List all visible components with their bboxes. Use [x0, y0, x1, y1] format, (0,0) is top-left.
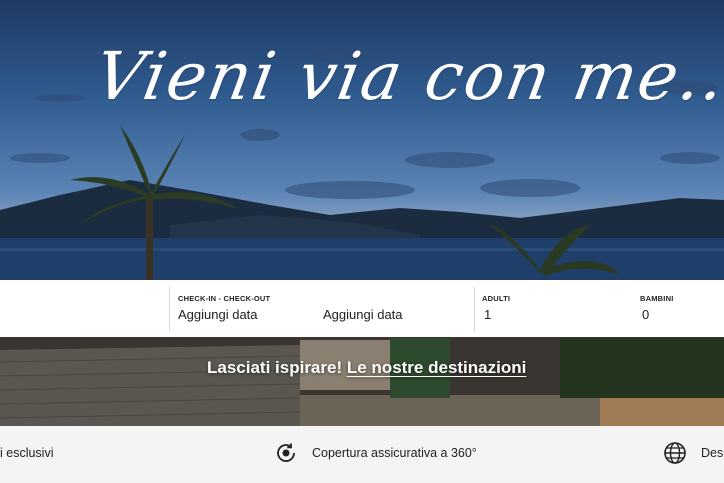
inspire-text: Lasciati ispirare!: [207, 358, 343, 377]
checkin-date-field[interactable]: Aggiungi data: [178, 307, 258, 322]
search-divider: [474, 287, 475, 331]
hero-title: Vieni via con me..: [89, 38, 724, 115]
adults-field[interactable]: 1: [484, 307, 491, 322]
checkin-checkout-label: CHECK-IN - CHECK-OUT: [178, 294, 271, 303]
children-field[interactable]: 0: [642, 307, 649, 322]
feature-exclusive-text: i esclusivi: [0, 446, 54, 460]
search-divider: [169, 287, 170, 331]
feature-insurance-text: Copertura assicurativa a 360°: [312, 446, 477, 460]
destinations-link[interactable]: Le nostre destinazioni: [347, 358, 526, 377]
refresh-shield-icon: [277, 443, 295, 462]
globe-icon: [664, 442, 686, 464]
inspire-banner: Lasciati ispirare! Le nostre destinazion…: [207, 358, 526, 378]
adults-label: ADULTI: [482, 294, 511, 303]
checkout-date-field[interactable]: Aggiungi data: [323, 307, 403, 322]
children-label: BAMBINI: [640, 294, 674, 303]
feature-destinations-text: Des: [701, 446, 724, 460]
